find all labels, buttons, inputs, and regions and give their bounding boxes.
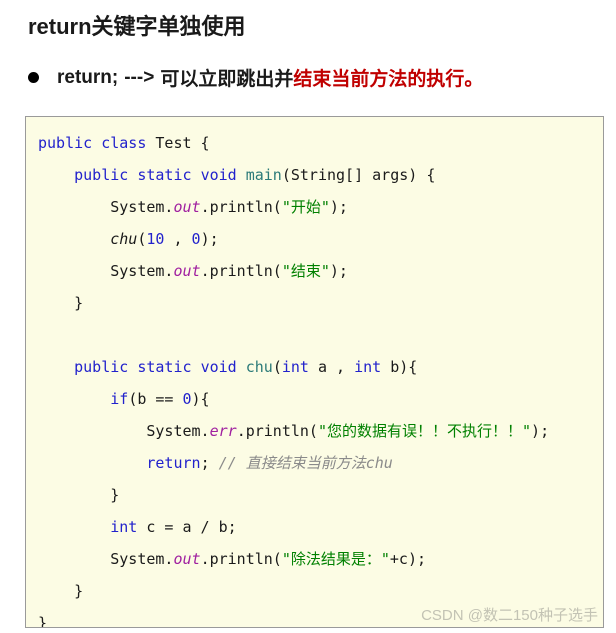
code-token: .println( [236,422,318,440]
code-token: ); [200,230,219,248]
code-token: c = a / b; [137,518,237,536]
code-token: void [200,358,237,376]
code-token: 0 [191,230,201,248]
code-token: } [38,294,84,312]
code-token: Test { [146,134,210,152]
code-token: .println( [200,262,282,280]
code-token: System. [38,198,174,216]
code-line: chu(10 , 0); [26,223,603,255]
page-title: return关键字单独使用 [28,14,246,39]
code-token: class [101,134,147,152]
code-line: } [26,479,603,511]
code-line: System.out.println("结束"); [26,255,603,287]
code-token: // 直接结束当前方法chu [218,454,393,472]
code-token: void [200,166,237,184]
code-token: .println( [200,550,282,568]
code-token: int [110,518,138,536]
code-token: return [146,454,201,472]
code-line: return; // 直接结束当前方法chu [26,447,603,479]
code-token: chu [110,230,138,248]
code-line: } [26,287,603,319]
code-token: out [173,198,201,216]
code-token: ; [200,454,219,472]
code-token: 10 [146,230,165,248]
code-block[interactable]: public class Test { public static void m… [25,116,604,628]
code-token: static [137,358,192,376]
code-token: b){ [381,358,418,376]
code-token: +c); [389,550,427,568]
code-line: } [26,575,603,607]
code-token: public [74,166,129,184]
code-content: public class Test { public static void m… [26,117,603,628]
code-line: int c = a / b; [26,511,603,543]
code-token: System. [38,550,174,568]
code-token: "您的数据有误！！不执行！！" [317,422,532,440]
code-token: ( [272,358,282,376]
code-token: } [38,486,120,504]
code-line: if(b == 0){ [26,383,603,415]
code-token: ); [329,262,348,280]
code-token: ); [329,198,348,216]
code-line: System.out.println("开始"); [26,191,603,223]
code-line: System.out.println("除法结果是："+c); [26,543,603,575]
code-line: public static void chu(int a , int b){ [26,351,603,383]
code-token: if [110,390,129,408]
code-token: public [38,134,93,152]
bullet-statement: return; ---> 可以立即跳出并 结束当前方法的执行。 [28,64,483,91]
code-token: err [209,422,237,440]
code-token: System. [38,422,210,440]
code-token: int [281,358,309,376]
code-token: "开始" [281,198,330,216]
code-token: ){ [191,390,210,408]
code-token: int [354,358,382,376]
bullet-text-black: 可以立即跳出并 [160,69,294,90]
bullet-arrow: ---> [124,66,155,88]
bullet-keyword: return; [57,66,119,88]
code-token: (b == [128,390,183,408]
code-token: } [38,614,48,628]
code-line: public static void main(String[] args) { [26,159,603,191]
code-token: a , [308,358,355,376]
code-line: } [26,607,603,628]
code-token: (String[] args) { [281,166,436,184]
code-token: chu [245,358,273,376]
code-line: public class Test { [26,127,603,159]
code-token: public [74,358,129,376]
code-token: "结束" [281,262,330,280]
code-token: System. [38,262,174,280]
code-token: , [164,230,192,248]
code-token: out [173,550,201,568]
code-token: main [245,166,282,184]
code-line: System.err.println("您的数据有误！！不执行！！"); [26,415,603,447]
code-token: "除法结果是：" [281,550,390,568]
bullet-text-red: 结束当前方法的执行。 [293,69,484,90]
bullet-dot-icon [28,72,39,83]
code-token: .println( [200,198,282,216]
code-token: out [173,262,201,280]
code-token: static [137,166,192,184]
code-token: } [38,582,84,600]
code-token: ); [531,422,550,440]
code-token: 0 [182,390,192,408]
